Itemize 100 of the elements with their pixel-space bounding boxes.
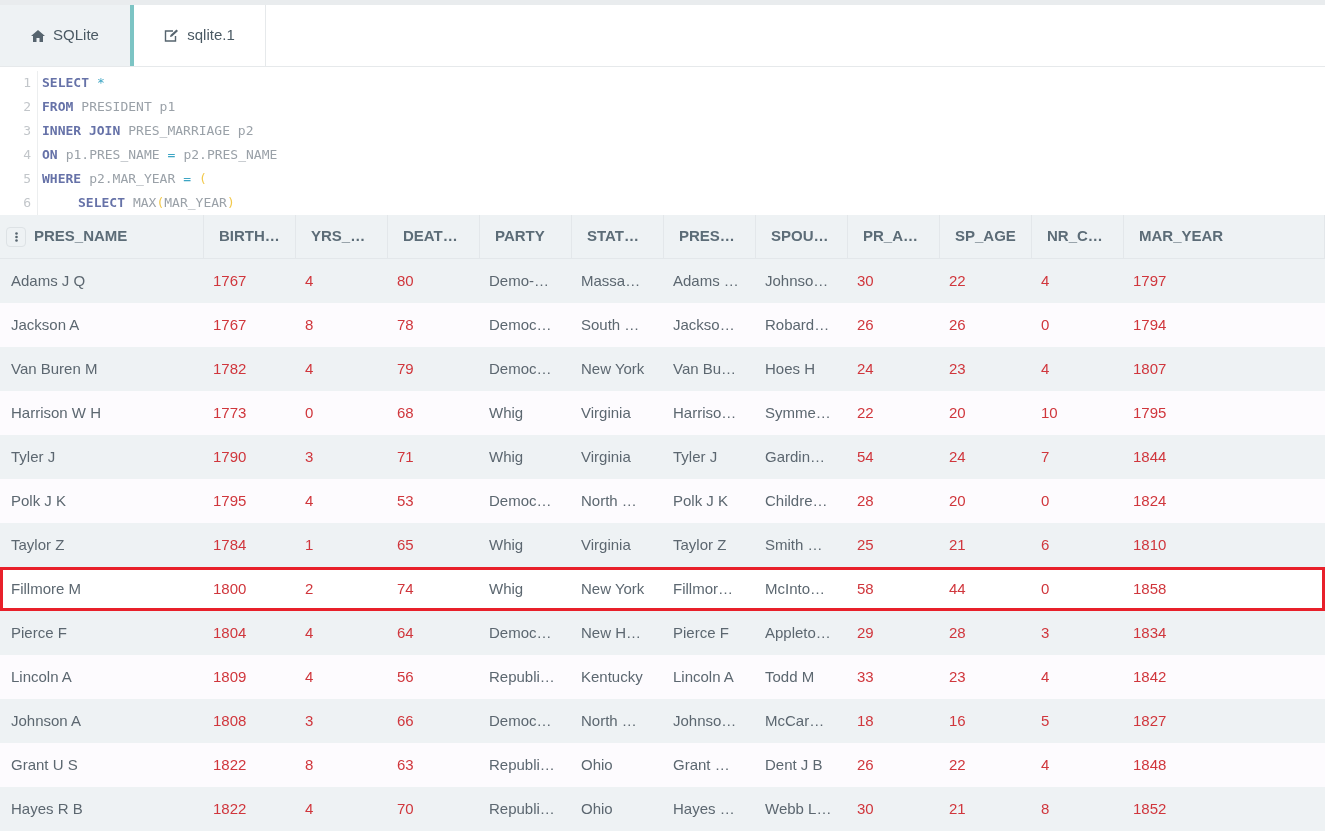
table-cell-text: 23 xyxy=(948,666,967,687)
tab[interactable]: SQLite xyxy=(0,5,130,66)
table-row[interactable]: Fillmore M 1800 2 74 Whig New York Fillmor… McInto… 58 44 0 1858 xyxy=(0,567,1325,611)
table-cell-text: Grant U S xyxy=(10,754,79,775)
table-row[interactable]: Johnson A 1808 3 66 Democ… North … Johnso… McCar… 18 16 5 1827 xyxy=(0,699,1325,743)
table-cell-text: Ohio xyxy=(580,798,614,819)
code-token: p1.PRES_NAME xyxy=(65,146,160,165)
column-header[interactable]: MAR_YEAR xyxy=(1139,225,1224,248)
table-cell-text: Robard… xyxy=(764,314,831,335)
table-cell-text: Grant … xyxy=(672,754,731,775)
table-cell-text: 79 xyxy=(396,358,415,379)
table-cell-text: 24 xyxy=(948,446,967,467)
table-cell-text: 28 xyxy=(856,490,875,511)
table-cell-text: McInto… xyxy=(764,578,826,599)
table-cell-text: 0 xyxy=(1040,578,1051,599)
table-cell-text: 1858 xyxy=(1132,578,1168,599)
table-cell-text: Johnson A xyxy=(10,710,83,731)
table-cell-text: South … xyxy=(580,314,641,335)
table-row[interactable]: Tyler J 1790 3 71 Whig Virginia Tyler J Gardin… 54 24 7 1844 xyxy=(0,435,1325,479)
table-cell-text: Smith … xyxy=(764,534,824,555)
column-header[interactable]: PR_A… xyxy=(863,225,918,248)
table-cell-text: Hoes H xyxy=(764,358,817,379)
table-cell-text: 24 xyxy=(856,358,875,379)
line-number: 3 xyxy=(0,119,38,143)
table-cell-text: Republi… xyxy=(488,666,556,687)
table-row[interactable]: Taylor Z 1784 1 65 Whig Virginia Taylor Z Smith … 25 21 6 1810 xyxy=(0,523,1325,567)
table-cell-text: New York xyxy=(580,358,646,379)
table-row[interactable]: Jackson A 1767 8 78 Democ… South … Jackso… Robard… 26 26 0 1794 xyxy=(0,303,1325,347)
table-cell-text: Taylor Z xyxy=(672,534,728,555)
column-header[interactable]: SPOU… xyxy=(771,225,829,248)
column-header[interactable]: PRES_NAME xyxy=(34,225,128,248)
table-cell-text: Hayes R B xyxy=(10,798,84,819)
code-token: PRES_MARRIAGE p2 xyxy=(128,122,254,141)
column-header[interactable]: BIRTH… xyxy=(219,225,280,248)
table-cell-text: 3 xyxy=(1040,622,1051,643)
table-cell-text: 68 xyxy=(396,402,415,423)
table-row[interactable]: Van Buren M 1782 4 79 Democ… New York Van Bu… Hoes H 24 23 4 1807 xyxy=(0,347,1325,391)
table-cell-text: Kentucky xyxy=(580,666,644,687)
table-cell-text: 4 xyxy=(1040,358,1051,379)
table-cell-text: Gardin… xyxy=(764,446,827,467)
table-cell-text: Virginia xyxy=(580,402,632,423)
code-token: INNER JOIN xyxy=(42,122,121,141)
column-header[interactable]: SP_AGE xyxy=(955,225,1016,248)
table-cell-text: 7 xyxy=(1040,446,1051,467)
table-cell-text: 63 xyxy=(396,754,415,775)
table-row[interactable]: Grant U S 1822 8 63 Republi… Ohio Grant … Dent J B 26 22 4 1848 xyxy=(0,743,1325,787)
table-row[interactable]: Hayes R B 1822 4 70 Republi… Ohio Hayes … Webb L… 30 21 8 1852 xyxy=(0,787,1325,831)
table-row[interactable]: Harrison W H 1773 0 68 Whig Virginia Harriso… Symme… 22 20 10 1795 xyxy=(0,391,1325,435)
table-cell-text: 25 xyxy=(856,534,875,555)
table-cell-text: Pierce F xyxy=(672,622,730,643)
table-cell-text: New York xyxy=(580,578,646,599)
code-token: SELECT xyxy=(42,74,89,93)
table-cell-text: 16 xyxy=(948,710,967,731)
table-cell-text: Massa… xyxy=(580,270,642,291)
table-cell-text: Democ… xyxy=(488,358,553,379)
table-cell-text: Republi… xyxy=(488,798,556,819)
column-header[interactable]: NR_C… xyxy=(1047,225,1103,248)
tab[interactable]: sqlite.1 xyxy=(130,5,266,66)
table-row[interactable]: Pierce F 1804 4 64 Democ… New H… Pierce F Appleto… 29 28 3 1834 xyxy=(0,611,1325,655)
table-cell-text: 64 xyxy=(396,622,415,643)
table-cell-text: Ohio xyxy=(580,754,614,775)
more-vertical-icon xyxy=(14,231,18,242)
table-cell-text: 1800 xyxy=(212,578,248,599)
table-cell-text: Pierce F xyxy=(10,622,68,643)
table-cell-text: 1794 xyxy=(1132,314,1168,335)
code-token: SELECT xyxy=(78,194,125,213)
table-cell-text: 58 xyxy=(856,578,875,599)
table-cell-text: 1834 xyxy=(1132,622,1168,643)
column-header[interactable]: YRS_… xyxy=(311,225,366,248)
table-cell-text: 4 xyxy=(1040,666,1051,687)
column-header[interactable]: PARTY xyxy=(495,225,545,248)
table-cell-text: Whig xyxy=(488,578,525,599)
table-cell-text: 1784 xyxy=(212,534,248,555)
table-cell-text: 1852 xyxy=(1132,798,1168,819)
table-cell-text: 1795 xyxy=(212,490,248,511)
table-cell-text: Democ… xyxy=(488,710,553,731)
table-cell-text: 1842 xyxy=(1132,666,1168,687)
table-cell-text: Polk J K xyxy=(672,490,730,511)
table-cell-text: 1773 xyxy=(212,402,248,423)
table-cell-text: Polk J K xyxy=(10,490,68,511)
table-row[interactable]: Polk J K 1795 4 53 Democ… North … Polk J K Childre… 28 20 0 1824 xyxy=(0,479,1325,523)
column-header[interactable]: DEAT… xyxy=(403,225,458,248)
table-cell-text: Fillmore M xyxy=(10,578,82,599)
table-row[interactable]: Adams J Q 1767 4 80 Demo-… Massa… Adams … Johnso… 30 22 4 1797 xyxy=(0,259,1325,303)
table-cell-text: 8 xyxy=(304,754,315,775)
table-cell-text: 23 xyxy=(948,358,967,379)
table-row[interactable]: Lincoln A 1809 4 56 Republi… Kentucky Lincoln A Todd M 33 23 4 1842 xyxy=(0,655,1325,699)
table-cell-text: Democ… xyxy=(488,490,553,511)
column-header[interactable]: STAT… xyxy=(587,225,639,248)
table-cell-text: 30 xyxy=(856,270,875,291)
table-cell-text: Van Buren M xyxy=(10,358,99,379)
table-cell-text: 70 xyxy=(396,798,415,819)
column-menu-button[interactable] xyxy=(6,226,26,247)
table-cell-text: Whig xyxy=(488,446,525,467)
code-token: = xyxy=(167,146,176,165)
column-header[interactable]: PRES… xyxy=(679,225,735,248)
table-cell-text: Adams J Q xyxy=(10,270,87,291)
table-cell-text: 10 xyxy=(1040,402,1059,423)
table-cell-text: 3 xyxy=(304,446,315,467)
table-cell-text: 22 xyxy=(856,402,875,423)
